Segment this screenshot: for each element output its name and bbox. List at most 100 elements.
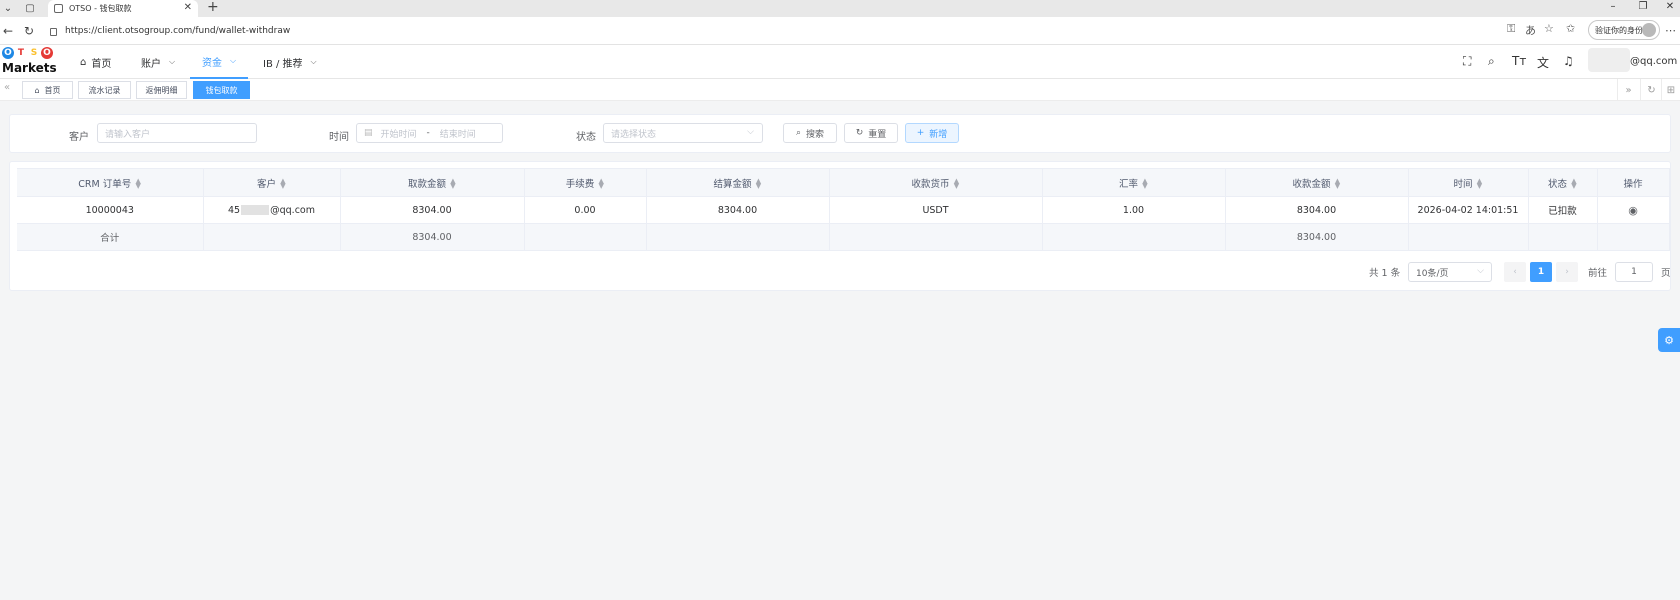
back-icon[interactable]: ← [3,24,13,38]
col-header-fee[interactable]: 手续费 ▲ ▼ [524,168,647,197]
tab-list-chevron-icon[interactable]: ⌄ [0,0,16,17]
search-icon[interactable]: ⌕ [1488,54,1495,69]
view-eye-icon[interactable]: ◉ [1628,204,1638,217]
date-range-picker[interactable]: ▤ 开始时间 - 结束时间 [356,123,503,143]
refresh-icon[interactable]: ↻ [24,24,34,38]
col-header-settle[interactable]: 结算金额 ▲ ▼ [646,168,830,197]
sort-icon[interactable]: ▲ ▼ [1335,178,1341,190]
sort-icon[interactable]: ▲ ▼ [954,178,960,190]
cell-status: 已扣款 [1528,196,1598,224]
tag-rebate-detail[interactable]: 返佣明细 [136,81,187,99]
new-tab-icon[interactable]: + [207,0,219,15]
cell-order-no: 10000043 [17,196,204,224]
lock-icon [50,28,57,36]
sort-icon[interactable]: ▲ ▼ [1142,178,1148,190]
page-number-current[interactable]: 1 [1530,262,1552,282]
sort-icon[interactable]: ▲ ▼ [1571,178,1577,190]
tags-view: « ⌂ 首页 流水记录 返佣明细 钱包取款 » ↻ ⊞ [0,79,1680,101]
tag-rebate-detail-label: 返佣明细 [145,85,178,95]
chevron-down-icon: ⌵ [1477,266,1484,276]
tags-scroll-right-icon[interactable]: » [1617,79,1639,101]
sort-icon[interactable]: ▲ ▼ [1477,178,1483,190]
prev-page-icon[interactable]: ‹ [1504,262,1526,282]
col-header-currency[interactable]: 收款货币 ▲ ▼ [829,168,1043,197]
cell-currency: USDT [829,196,1043,224]
tags-grid-icon[interactable]: ⊞ [1661,79,1680,101]
withdraw-table: CRM 订单号 ▲ ▼ 客户 ▲ ▼ 取款金额 ▲ ▼ 手续费 ▲ ▼ 结算金额 ▲ ▼ 收款货币 ▲… [17,168,1670,251]
sort-icon[interactable]: ▲ ▼ [135,178,141,190]
font-size-icon[interactable]: Tт [1512,54,1526,68]
col-header-received[interactable]: 收款金额 ▲ ▼ [1225,168,1409,197]
translate-page-icon[interactable]: あ [1525,22,1536,38]
summary-label: 合计 [17,223,204,251]
avatar[interactable] [1588,48,1630,72]
cell-received: 8304.00 [1225,196,1409,224]
menu-ib-referral[interactable]: IB / 推荐 ⌵ [263,45,317,79]
col-header-order-no[interactable]: CRM 订单号 ▲ ▼ [17,168,204,197]
col-header-status[interactable]: 状态 ▲ ▼ [1528,168,1598,197]
col-header-time[interactable]: 时间 ▲ ▼ [1408,168,1529,197]
redacted-mask [241,205,270,215]
password-key-icon[interactable]: ⚿ [1507,22,1515,36]
sort-icon[interactable]: ▲ ▼ [598,178,604,190]
fullscreen-icon[interactable]: ⛶ [1463,54,1471,69]
browser-tab-active[interactable]: OTSO - 钱包取款 ✕ [48,0,198,17]
col-header-amount[interactable]: 取款金额 ▲ ▼ [340,168,525,197]
start-time-placeholder: 开始时间 [380,129,417,140]
table-panel: CRM 订单号 ▲ ▼ 客户 ▲ ▼ 取款金额 ▲ ▼ 手续费 ▲ ▼ 结算金额 ▲ ▼ 收款货币 ▲… [9,161,1671,291]
logo-letter-o1: O [2,47,14,59]
menu-home[interactable]: ⌂ 首页 [80,45,111,79]
menu-ib-label: IB / 推荐 [263,58,303,70]
settings-gear-icon[interactable]: ⚙ [1658,328,1680,352]
tab-title: OTSO - 钱包取款 [69,4,132,13]
favorite-star-icon[interactable]: ☆ [1544,22,1554,35]
status-select[interactable]: 请选择状态 ⌵ [603,123,763,143]
tag-flow-records[interactable]: 流水记录 [78,81,131,99]
profile-button[interactable]: 验证你的身份 [1588,20,1660,40]
language-icon[interactable]: 文 [1537,54,1549,71]
profile-avatar [1642,23,1656,37]
tab-close-icon[interactable]: ✕ [184,2,192,13]
filter-panel: 客户 请输入客户 时间 ▤ 开始时间 - 结束时间 状态 请选择状态 ⌵ ⌕ 搜… [9,114,1671,153]
tag-flow-records-label: 流水记录 [88,85,121,95]
cell-customer: 45 @qq.com [203,196,341,224]
menu-funds[interactable]: 资金 ⌵ [190,45,249,79]
browser-tabstrip: ⌄ ▢ OTSO - 钱包取款 ✕ + – ❐ ✕ [0,0,1680,17]
tag-home[interactable]: ⌂ 首页 [22,81,73,99]
window-close-icon[interactable]: ✕ [1655,0,1680,17]
sort-icon[interactable]: ▲ ▼ [756,178,762,190]
workspaces-icon[interactable]: ▢ [22,0,38,17]
user-email[interactable]: @qq.com [1630,56,1677,67]
browser-menu-icon[interactable]: ⋯ [1665,24,1676,37]
customer-placeholder: 请输入客户 [105,129,151,140]
sort-icon[interactable]: ▲ ▼ [280,178,286,190]
summary-row: 合计 8304.00 8304.00 [17,223,1670,251]
tag-wallet-withdraw[interactable]: 钱包取款 [193,81,250,99]
menu-account[interactable]: 账户 ⌵ [141,45,175,79]
customer-input[interactable]: 请输入客户 [97,123,257,143]
otso-logo[interactable]: O T S O Markets [2,47,57,77]
restore-icon[interactable]: ❐ [1628,0,1658,17]
bell-icon[interactable]: ♫ [1563,54,1574,68]
goto-label: 前往 [1588,268,1608,279]
refresh-tag-icon[interactable]: ↻ [1640,79,1662,101]
page-size-select[interactable]: 10条/页 ⌵ [1408,262,1492,282]
add-button[interactable]: + 新增 [905,123,959,143]
summary-received: 8304.00 [1225,223,1409,251]
sort-icon[interactable]: ▲ ▼ [450,178,456,190]
favorites-bar-icon[interactable]: ✩ [1566,22,1575,35]
col-header-customer[interactable]: 客户 ▲ ▼ [203,168,341,197]
menu-account-label: 账户 [141,58,161,70]
reset-button[interactable]: ↻ 重置 [844,123,898,143]
search-button[interactable]: ⌕ 搜索 [783,123,837,143]
next-page-icon[interactable]: › [1556,262,1578,282]
tags-scroll-left-icon[interactable]: « [4,82,10,93]
status-label: 状态 [576,132,596,143]
logo-letter-t: T [17,48,25,58]
url-field[interactable]: https://client.otsogroup.com/fund/wallet… [44,21,1574,41]
minimize-icon[interactable]: – [1598,0,1628,17]
profile-label: 验证你的身份 [1595,25,1643,35]
end-time-placeholder: 结束时间 [439,129,476,140]
goto-page-input[interactable]: 1 [1615,262,1653,282]
col-header-rate[interactable]: 汇率 ▲ ▼ [1042,168,1226,197]
